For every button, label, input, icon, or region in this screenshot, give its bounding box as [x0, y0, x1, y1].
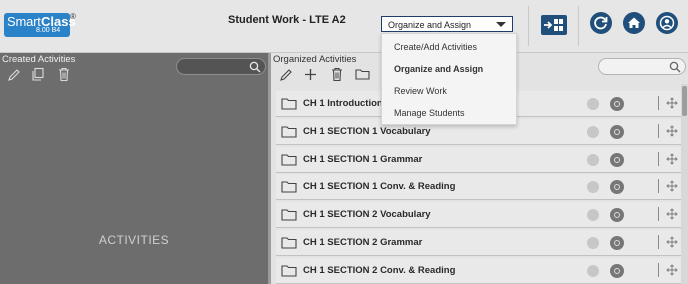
- page-title: Student Work - LTE A2: [228, 14, 346, 26]
- settings-icon[interactable]: [610, 236, 624, 250]
- add-icon[interactable]: [304, 68, 317, 81]
- folder-label: CH 1 SECTION 2 Vocabulary: [303, 209, 431, 221]
- move-handle-icon[interactable]: [666, 125, 678, 137]
- mode-select[interactable]: Organize and Assign: [381, 16, 513, 32]
- settings-icon[interactable]: [610, 263, 624, 278]
- move-handle-icon[interactable]: [666, 152, 678, 165]
- folder-icon: [281, 209, 297, 221]
- menu-item-manage-students[interactable]: Manage Students: [394, 108, 465, 118]
- folder-row[interactable]: CH 1 SECTION 2 Vocabulary: [276, 202, 681, 229]
- settings-icon[interactable]: [610, 97, 624, 111]
- folder-label: CH 1 SECTION 1 Grammar: [303, 153, 423, 165]
- status-dot[interactable]: [587, 237, 599, 249]
- move-handle-icon[interactable]: [666, 180, 678, 193]
- row-divider: [658, 179, 659, 194]
- settings-icon[interactable]: [610, 180, 624, 195]
- app-version: 8.00 B4: [36, 27, 61, 34]
- status-dot[interactable]: [587, 153, 599, 166]
- home-icon: [628, 17, 640, 28]
- user-icon: [659, 15, 675, 31]
- folder-icon: [281, 154, 297, 166]
- folder-row[interactable]: CH 1 SECTION 1 Conv. & Reading: [276, 174, 681, 201]
- move-handle-icon[interactable]: [666, 97, 678, 109]
- row-divider: [658, 207, 659, 222]
- edit-icon[interactable]: [279, 68, 293, 82]
- scrollbar-thumb[interactable]: [682, 86, 687, 116]
- folder-icon[interactable]: [355, 68, 370, 80]
- chevron-down-icon: [496, 22, 506, 27]
- move-handle-icon[interactable]: [666, 264, 678, 276]
- move-handle-icon[interactable]: [666, 208, 678, 220]
- settings-icon[interactable]: [610, 152, 624, 167]
- folder-label: CH 1 Introduction: [303, 98, 383, 109]
- folder-row[interactable]: CH 1 SECTION 2 Grammar: [276, 230, 681, 256]
- registered-mark: ®: [70, 12, 76, 21]
- activities-placeholder: ACTIVITIES: [98, 233, 170, 247]
- folder-icon: [281, 181, 297, 193]
- menu-item-create-add-activities[interactable]: Create/Add Activities: [394, 42, 477, 52]
- row-divider: [658, 235, 659, 249]
- settings-icon[interactable]: [610, 208, 624, 223]
- status-dot[interactable]: [587, 181, 599, 194]
- folder-row[interactable]: CH 1 SECTION 1 Grammar: [276, 146, 681, 173]
- folder-label: CH 1 SECTION 1 Conv. & Reading: [303, 181, 456, 193]
- refresh-button[interactable]: [590, 12, 612, 34]
- folder-label: CH 1 SECTION 1 Vocabulary: [303, 125, 431, 137]
- status-dot[interactable]: [587, 209, 599, 222]
- folder-icon: [281, 126, 297, 138]
- status-dot[interactable]: [587, 98, 599, 110]
- row-divider: [658, 96, 659, 110]
- home-button[interactable]: [623, 12, 645, 34]
- mode-select-value: Organize and Assign: [388, 20, 472, 30]
- row-divider: [658, 151, 659, 166]
- settings-icon[interactable]: [610, 124, 624, 139]
- folder-icon: [281, 98, 297, 110]
- organized-activities-search-input[interactable]: [598, 58, 686, 75]
- created-activities-panel: Created Activities ACTIVITIES: [0, 53, 268, 284]
- switch-layout-icon: [541, 15, 567, 35]
- menu-item-organize-and-assign[interactable]: Organize and Assign: [394, 64, 483, 74]
- row-divider: [658, 262, 659, 277]
- search-icon: [249, 61, 261, 73]
- folder-icon: [281, 265, 297, 277]
- header-divider: [528, 6, 529, 46]
- status-dot[interactable]: [587, 125, 599, 138]
- header-divider: [578, 6, 579, 46]
- trash-icon[interactable]: [58, 67, 70, 82]
- switch-layout-button[interactable]: [541, 15, 567, 35]
- search-icon: [669, 61, 681, 73]
- copy-icon[interactable]: [31, 67, 45, 82]
- app-header: Smart Class 8.00 B4 ® Student Work - LTE…: [0, 0, 688, 53]
- folder-icon: [281, 237, 297, 249]
- trash-icon[interactable]: [331, 67, 343, 82]
- edit-icon[interactable]: [7, 68, 21, 82]
- mode-dropdown-menu: Create/Add Activities Organize and Assig…: [381, 33, 517, 125]
- smartclass-logo: Smart Class 8.00 B4: [4, 13, 76, 37]
- folder-row[interactable]: CH 1 SECTION 2 Conv. & Reading: [276, 257, 681, 284]
- created-activities-search-input[interactable]: [176, 58, 266, 75]
- row-divider: [658, 123, 659, 138]
- user-button[interactable]: [656, 12, 678, 34]
- refresh-icon: [594, 16, 608, 30]
- folder-label: CH 1 SECTION 2 Grammar: [303, 237, 423, 248]
- panel-title: Created Activities: [2, 54, 76, 65]
- status-dot[interactable]: [587, 264, 599, 277]
- move-handle-icon[interactable]: [666, 236, 678, 248]
- panel-title: Organized Activities: [273, 54, 357, 65]
- folder-label: CH 1 SECTION 2 Conv. & Reading: [303, 264, 456, 276]
- menu-item-review-work[interactable]: Review Work: [394, 86, 447, 96]
